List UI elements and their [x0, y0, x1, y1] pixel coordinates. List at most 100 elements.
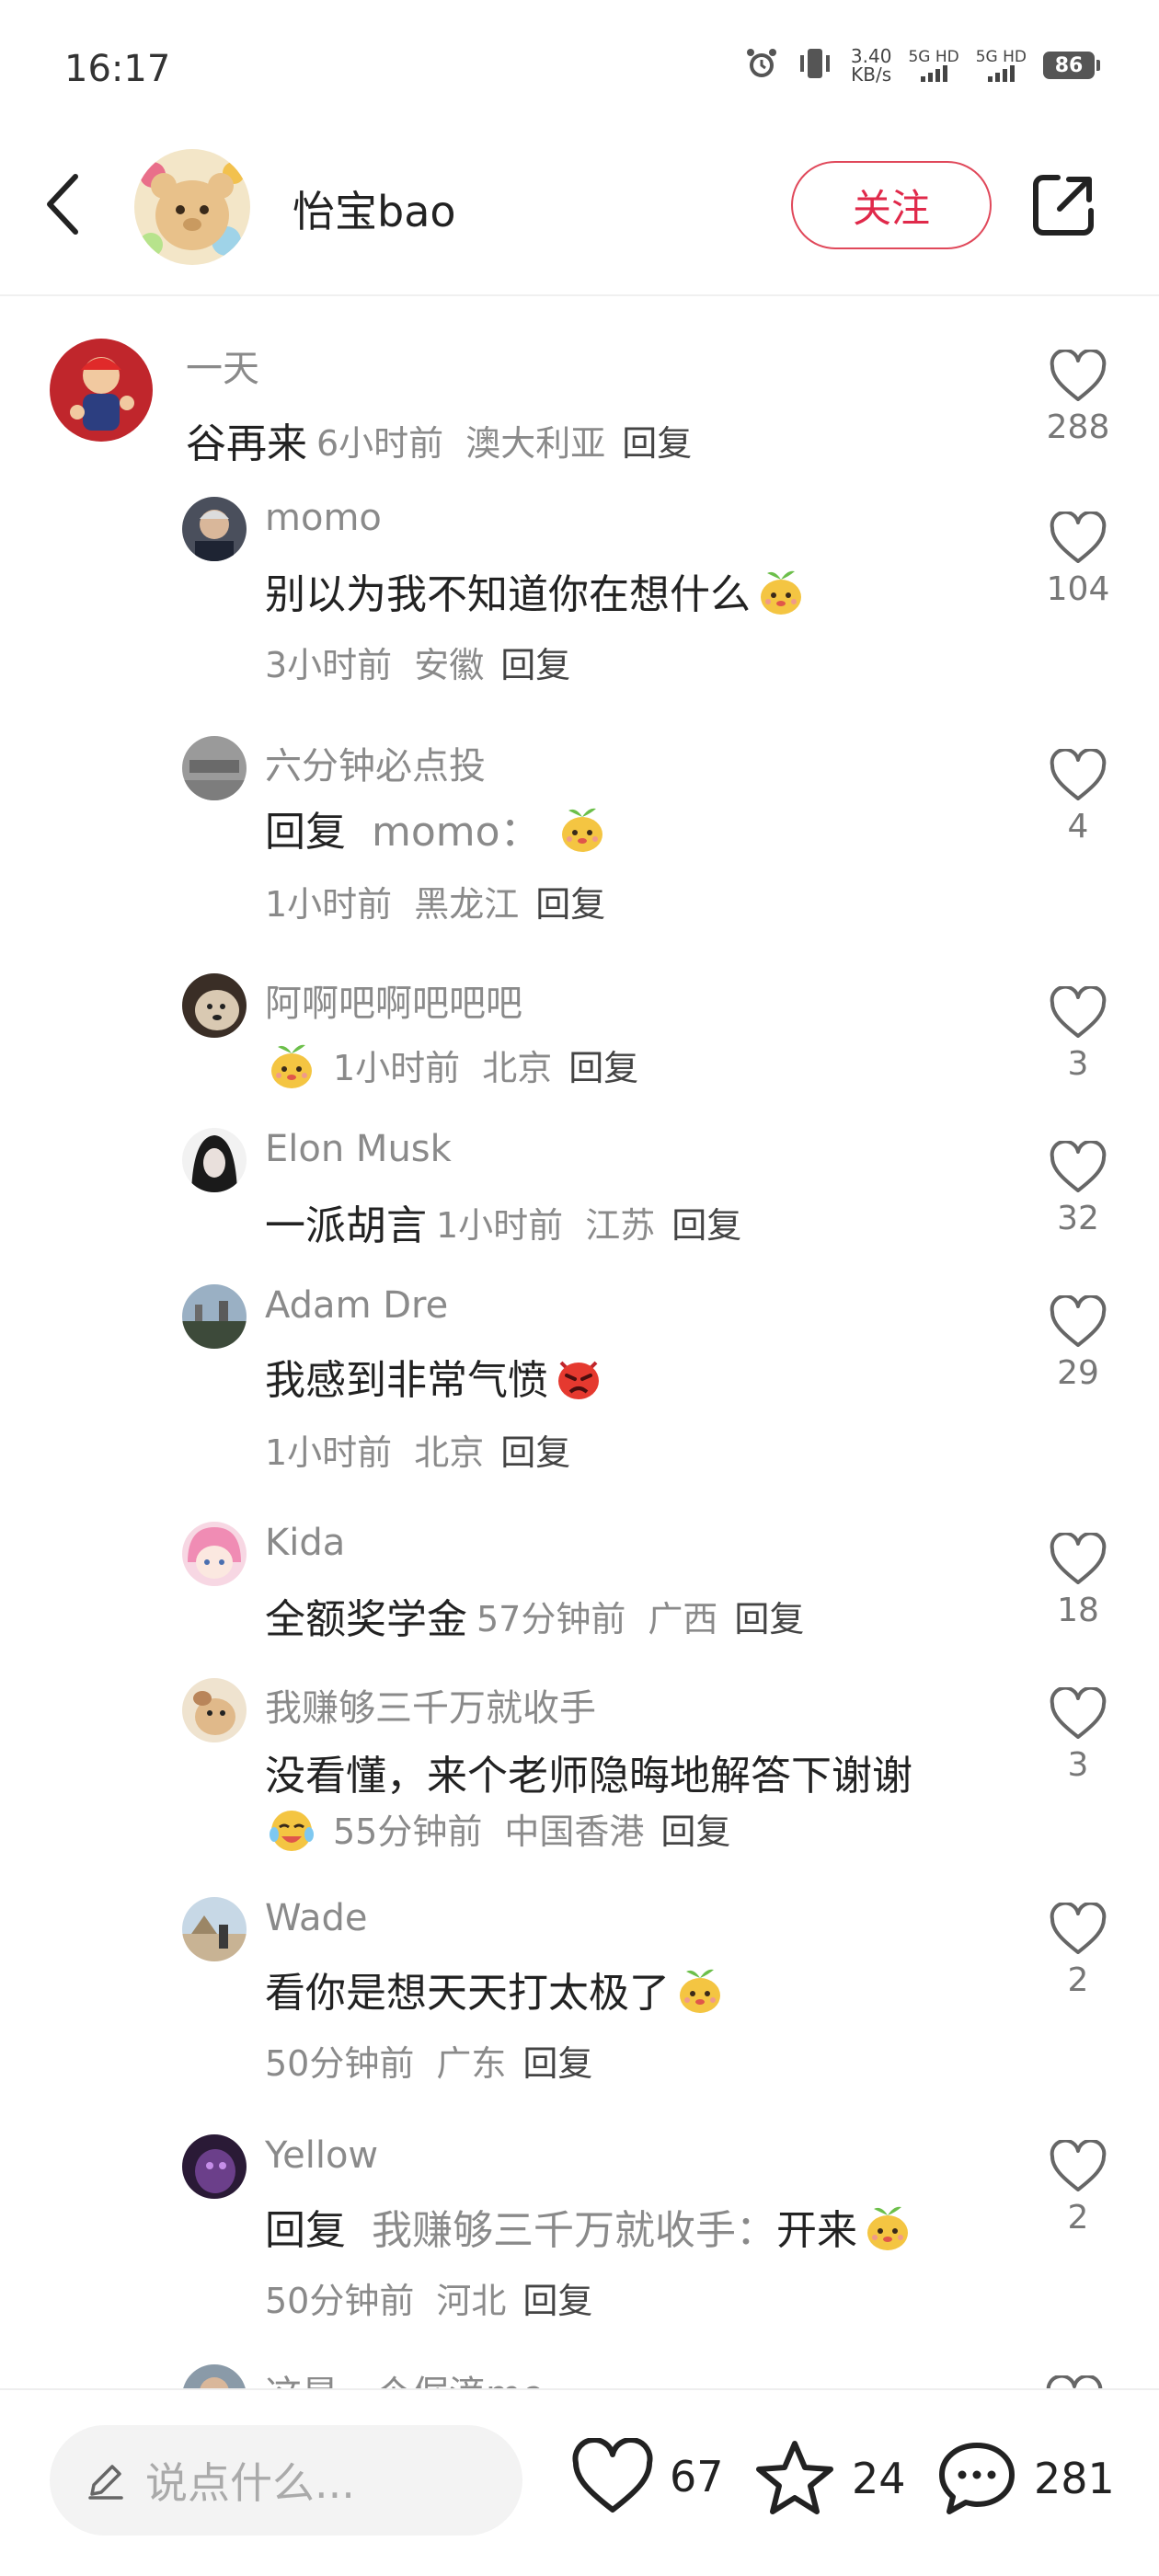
reply-button[interactable]: 回复 — [622, 415, 692, 466]
signal-bars-icon — [976, 64, 1027, 82]
sim2-label: 5G HD — [975, 47, 1027, 66]
reply-button[interactable]: 回复 — [535, 876, 605, 926]
comment-like-button[interactable]: 3 — [1041, 1687, 1115, 1784]
commenter-name[interactable]: Kida — [265, 1522, 345, 1564]
comment-like-button[interactable]: 2 — [1041, 2140, 1115, 2237]
comment-time: 55分钟前 — [333, 1811, 483, 1852]
heart-icon — [1046, 2374, 1103, 2388]
like-count: 2 — [1067, 1961, 1089, 1999]
reply-button[interactable]: 回复 — [734, 1591, 804, 1641]
like-count: 3 — [1067, 1045, 1089, 1083]
like-count: 3 — [1067, 1746, 1089, 1784]
comment-like-button[interactable]: 2 — [1041, 1903, 1115, 1999]
commenter-avatar[interactable] — [50, 339, 153, 442]
comment-time: 57分钟前 — [476, 1598, 626, 1639]
comment-like-button[interactable]: 3 — [1041, 986, 1115, 1083]
author-name[interactable]: 怡宝bao — [293, 178, 456, 239]
comment-like-button[interactable] — [1045, 2374, 1104, 2388]
comment-time: 50分钟前 — [265, 2043, 415, 2084]
comment-time: 1小时前 — [333, 1047, 461, 1088]
header-divider — [0, 294, 1159, 296]
comment-text: 回复 我赚够三千万就收手： 开来 — [265, 2197, 914, 2256]
post-comment-button[interactable]: 281 — [935, 2438, 1115, 2519]
angry-face-emoji-icon — [558, 1361, 599, 1399]
bottom-divider — [0, 2388, 1159, 2390]
comment-time: 6小时前 — [316, 422, 444, 464]
comment-meta: 55分钟前 中国香港 回复 — [265, 1801, 730, 1855]
reply-button[interactable]: 回复 — [660, 1803, 730, 1854]
commenter-avatar[interactable] — [182, 973, 247, 1038]
heart-icon — [1050, 986, 1107, 1038]
commenter-avatar[interactable] — [182, 2134, 247, 2199]
alarm-icon — [744, 46, 779, 85]
follow-button[interactable]: 关注 — [791, 161, 992, 249]
commenter-avatar[interactable] — [182, 1284, 247, 1349]
comment-text: 没看懂，来个老师隐晦地解答下谢谢 — [265, 1742, 912, 1801]
reply-button[interactable]: 回复 — [500, 637, 570, 687]
comment-body-continued: 开来 — [776, 2207, 857, 2254]
commenter-name[interactable]: Adam Dre — [265, 1284, 448, 1327]
comment-meta: 50分钟前 河北 回复 — [265, 2272, 592, 2323]
sprout-face-emoji-icon — [680, 1969, 720, 2013]
sprout-face-emoji-icon — [561, 808, 602, 852]
commenter-name[interactable]: 我赚够三千万就收手 — [265, 1678, 596, 1731]
reply-button[interactable]: 回复 — [671, 1197, 741, 1248]
commenter-avatar[interactable] — [182, 497, 247, 561]
comment-like-button[interactable]: 104 — [1041, 512, 1115, 608]
post-favorite-button[interactable]: 24 — [752, 2438, 906, 2519]
commenter-avatar[interactable] — [182, 1522, 247, 1586]
like-count: 104 — [1046, 570, 1110, 608]
comment-location: 北京 — [482, 1047, 553, 1088]
commenter-name[interactable]: 六分钟必点投 — [265, 736, 486, 789]
reply-target[interactable]: momo： — [372, 799, 541, 857]
reply-target[interactable]: 我赚够三千万就收手： — [372, 2197, 776, 2256]
commenter-name[interactable]: 阿啊吧啊吧吧吧 — [265, 973, 522, 1027]
reply-button[interactable]: 回复 — [522, 2272, 592, 2323]
comment-input[interactable]: 说点什么... — [50, 2425, 522, 2536]
share-button[interactable] — [1028, 170, 1098, 240]
reply-button[interactable]: 回复 — [568, 1040, 638, 1090]
commenter-avatar[interactable] — [182, 736, 247, 800]
sim1-signal: 5G HD — [908, 47, 959, 82]
comment-body: 我感到非常气愤 — [265, 1357, 548, 1404]
post-like-button[interactable]: 67 — [570, 2438, 724, 2515]
commenter-avatar[interactable] — [182, 1897, 247, 1961]
commenter-avatar[interactable] — [182, 2364, 247, 2388]
comment-time: 50分钟前 — [265, 2281, 415, 2321]
chevron-left-icon — [47, 174, 78, 235]
comment-body: 回复 — [265, 2207, 346, 2254]
sprout-face-emoji-icon — [867, 2206, 908, 2250]
heart-icon — [1050, 749, 1107, 800]
sim1-label: 5G HD — [908, 47, 959, 66]
comment-like-button[interactable]: 18 — [1041, 1533, 1115, 1629]
comment-like-button[interactable]: 32 — [1041, 1141, 1115, 1237]
comment-like-button[interactable]: 4 — [1041, 749, 1115, 845]
comment-like-button[interactable]: 29 — [1041, 1295, 1115, 1392]
commenter-avatar[interactable] — [182, 1678, 247, 1742]
like-count: 288 — [1046, 408, 1110, 446]
comment-like-button[interactable]: 288 — [1041, 350, 1115, 446]
author-avatar[interactable] — [134, 149, 250, 265]
commenter-name[interactable]: 一天 — [186, 339, 259, 392]
net-speed: 3.40 KB/s — [851, 47, 892, 84]
reply-button[interactable]: 回复 — [522, 2035, 592, 2086]
like-count: 4 — [1067, 808, 1089, 845]
commenter-name[interactable]: Wade — [265, 1897, 368, 1939]
like-count: 18 — [1057, 1592, 1099, 1629]
comment-location: 广西 — [648, 1598, 718, 1639]
commenter-name[interactable]: 这是一个倔滴me — [265, 2364, 545, 2388]
commenter-name[interactable]: momo — [265, 497, 382, 539]
comment-text: 我感到非常气愤 — [265, 1347, 605, 1406]
commenter-avatar[interactable] — [182, 1128, 247, 1192]
reply-button[interactable]: 回复 — [500, 1424, 570, 1475]
commenter-name[interactable]: Yellow — [265, 2134, 378, 2177]
sprout-face-emoji-icon — [761, 570, 801, 615]
heart-icon — [1050, 1687, 1107, 1739]
partial-comment: 这是一个倔滴me — [0, 2355, 1159, 2388]
heart-icon — [1050, 350, 1107, 401]
back-button[interactable] — [37, 167, 92, 241]
commenter-name[interactable]: Elon Musk — [265, 1128, 452, 1170]
comment-location: 中国香港 — [504, 1811, 645, 1852]
comment-location: 黑龙江 — [414, 884, 520, 925]
comment-body: 谷再来 — [186, 420, 307, 467]
